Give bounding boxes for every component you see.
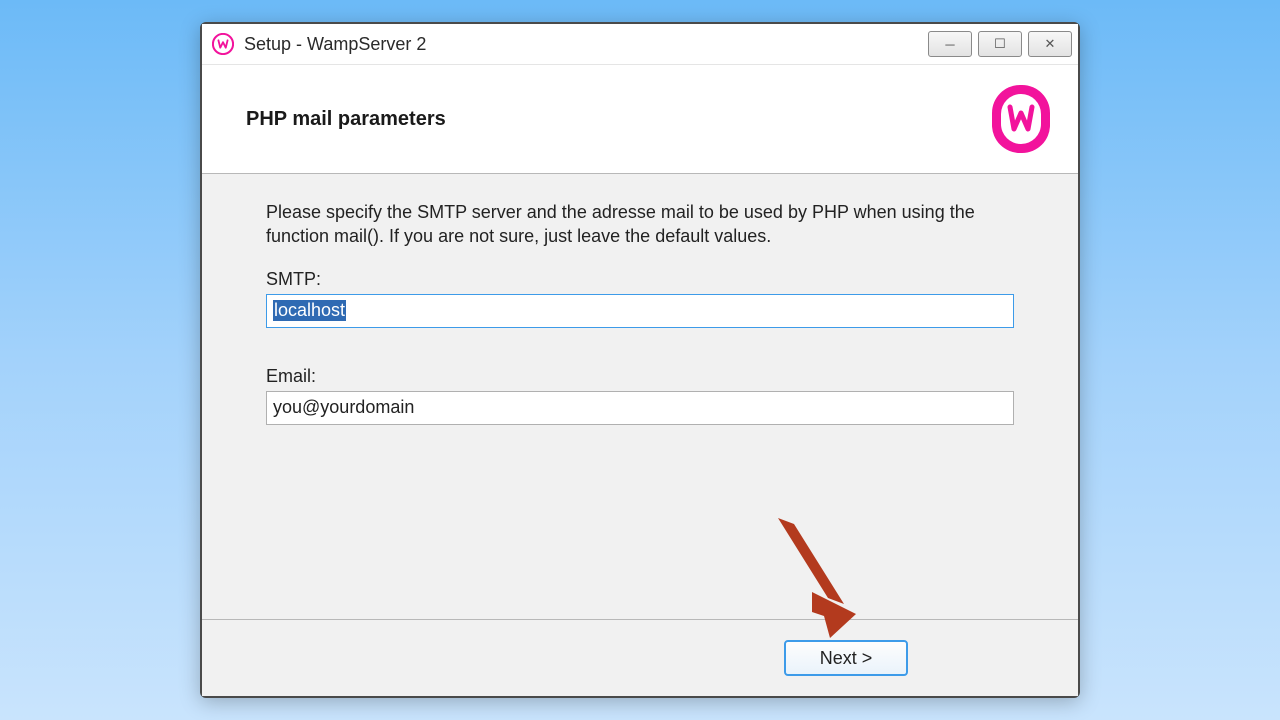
maximize-button[interactable]: ☐	[978, 31, 1022, 57]
window-title: Setup - WampServer 2	[244, 34, 928, 55]
smtp-input[interactable]: localhost	[266, 294, 1014, 328]
next-button[interactable]: Next >	[784, 640, 908, 676]
smtp-label: SMTP:	[266, 269, 1014, 290]
instructions-text: Please specify the SMTP server and the a…	[266, 200, 1014, 249]
smtp-value-selected: localhost	[273, 300, 346, 321]
titlebar: Setup - WampServer 2 ─ ☐ ✕	[202, 24, 1078, 65]
minimize-icon: ─	[945, 37, 954, 52]
wizard-body: Please specify the SMTP server and the a…	[202, 174, 1078, 620]
minimize-button[interactable]: ─	[928, 31, 972, 57]
email-input[interactable]	[266, 391, 1014, 425]
wizard-header: PHP mail parameters	[202, 65, 1078, 174]
next-button-label: Next >	[820, 648, 873, 669]
page-heading: PHP mail parameters	[246, 108, 446, 131]
email-label: Email:	[266, 366, 1014, 387]
close-button[interactable]: ✕	[1028, 31, 1072, 57]
setup-window: Setup - WampServer 2 ─ ☐ ✕ PHP mail para…	[200, 22, 1080, 698]
window-controls: ─ ☐ ✕	[928, 31, 1072, 57]
wizard-footer: Next >	[202, 620, 1078, 696]
wamp-logo-icon	[988, 83, 1054, 155]
wamp-app-icon	[212, 33, 234, 55]
close-icon: ✕	[1045, 36, 1056, 52]
maximize-icon: ☐	[994, 36, 1006, 52]
